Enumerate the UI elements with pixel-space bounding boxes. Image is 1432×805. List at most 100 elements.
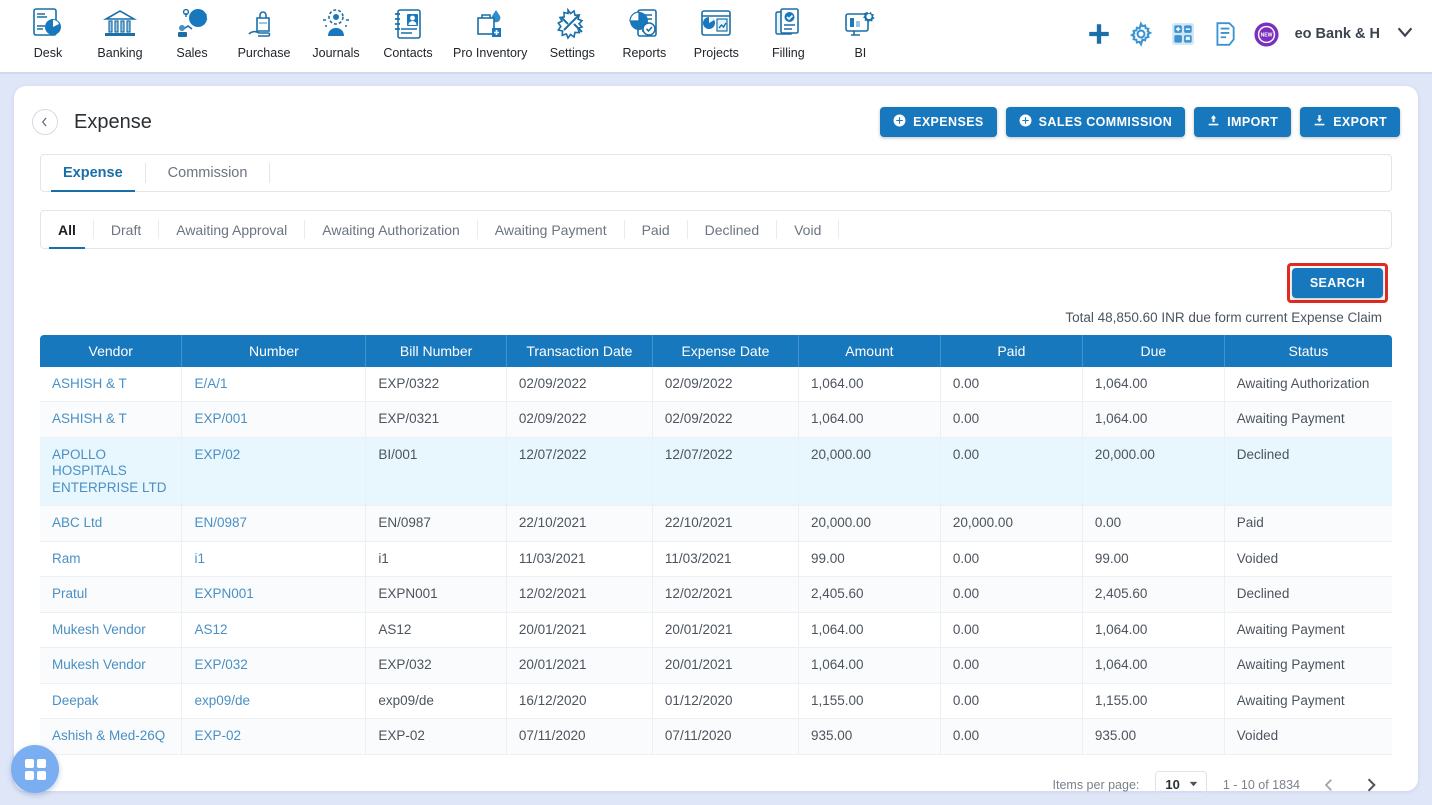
expense-table: Vendor Number Bill Number Transaction Da… — [40, 335, 1392, 755]
nav-item-bi[interactable]: BI — [833, 4, 887, 60]
nav-label: Desk — [33, 46, 63, 60]
nav-item-banking[interactable]: Banking — [93, 4, 147, 60]
table-row[interactable]: ABC Ltd EN/0987 EN/0987 22/10/2021 22/10/202… — [40, 505, 1392, 542]
gear-icon[interactable] — [1127, 20, 1155, 48]
bank-icon — [100, 4, 140, 44]
nav-item-purchase[interactable]: Purchase — [237, 4, 291, 60]
import-button[interactable]: IMPORT — [1194, 107, 1292, 137]
column-header-due[interactable]: Due — [1082, 335, 1225, 367]
cell-bill-number: i1 — [365, 541, 507, 578]
cell-amount: 1,155.00 — [798, 683, 941, 720]
cell-number[interactable]: EXPN001 — [181, 576, 367, 613]
expenses-button[interactable]: EXPENSES — [880, 107, 997, 137]
plus-circle-icon — [893, 114, 906, 130]
cell-vendor[interactable]: Ashish & Med-26Q — [40, 718, 183, 755]
new-badge-icon[interactable]: NEW — [1253, 20, 1281, 48]
chevron-right-icon[interactable] — [1358, 772, 1384, 798]
table-row[interactable]: Mukesh Vendor EXP/032 EXP/032 20/01/2021 20/… — [40, 647, 1392, 684]
cell-number[interactable]: exp09/de — [181, 683, 367, 720]
notes-icon[interactable] — [1211, 20, 1239, 48]
organization-name[interactable]: eo Bank & H — [1295, 26, 1380, 42]
sales-commission-button[interactable]: SALES COMMISSION — [1005, 107, 1186, 137]
filter-tab-awaiting-payment[interactable]: Awaiting Payment — [478, 211, 624, 248]
cell-amount: 1,064.00 — [798, 367, 941, 403]
cell-vendor[interactable]: Mukesh Vendor — [40, 612, 183, 649]
back-icon[interactable] — [32, 109, 58, 135]
export-button-label: EXPORT — [1333, 115, 1387, 129]
cell-status: Awaiting Payment — [1224, 647, 1392, 684]
cell-number[interactable]: EXP/02 — [181, 437, 367, 507]
column-header-expense-date[interactable]: Expense Date — [652, 335, 799, 367]
cell-number[interactable]: i1 — [181, 541, 367, 578]
column-header-number[interactable]: Number — [181, 335, 367, 367]
nav-item-reports[interactable]: Reports — [617, 4, 671, 60]
add-icon[interactable] — [1085, 20, 1113, 48]
cell-number[interactable]: EXP-02 — [181, 718, 367, 755]
nav-item-pro-inventory[interactable]: Pro Inventory — [453, 4, 527, 60]
nav-item-projects[interactable]: Projects — [689, 4, 743, 60]
cell-number[interactable]: E/A/1 — [181, 367, 367, 403]
cell-due: 2,405.60 — [1082, 576, 1225, 613]
filter-tab-declined[interactable]: Declined — [688, 211, 776, 248]
column-header-transaction-date[interactable]: Transaction Date — [506, 335, 653, 367]
column-header-bill-number[interactable]: Bill Number — [365, 335, 507, 367]
column-header-paid[interactable]: Paid — [940, 335, 1083, 367]
cell-vendor[interactable]: ASHISH & T — [40, 367, 183, 403]
cell-number[interactable]: EXP/032 — [181, 647, 367, 684]
filter-tab-void[interactable]: Void — [777, 211, 838, 248]
table-row[interactable]: Ashish & Med-26Q EXP-02 EXP-02 07/11/2020 07… — [40, 718, 1392, 755]
cell-paid: 0.00 — [940, 718, 1083, 755]
cell-vendor[interactable]: Deepak — [40, 683, 183, 720]
table-row[interactable]: Ram i1 i1 11/03/2021 11/03/2021 99.00 0.00 99.0… — [40, 541, 1392, 578]
column-header-amount[interactable]: Amount — [798, 335, 941, 367]
search-row: SEARCH — [40, 263, 1388, 303]
table-row[interactable]: ASHISH & T E/A/1 EXP/0322 02/09/2022 02/09/2… — [40, 367, 1392, 403]
cell-vendor[interactable]: ASHISH & T — [40, 401, 183, 438]
tab-commission[interactable]: Commission — [146, 155, 270, 191]
filter-tab-awaiting-authorization[interactable]: Awaiting Authorization — [305, 211, 477, 248]
nav-item-sales[interactable]: Sales — [165, 4, 219, 60]
calculator-icon[interactable] — [1169, 20, 1197, 48]
search-button[interactable]: SEARCH — [1291, 268, 1383, 298]
tab-expense-label: Expense — [63, 165, 123, 181]
nav-item-settings[interactable]: Settings — [545, 4, 599, 60]
table-row[interactable]: Deepak exp09/de exp09/de 16/12/2020 01/12/20… — [40, 683, 1392, 720]
import-button-label: IMPORT — [1227, 115, 1279, 129]
cell-vendor[interactable]: APOLLO HOSPITALS ENTERPRISE LTD — [40, 437, 183, 507]
cell-vendor[interactable]: Ram — [40, 541, 183, 578]
cell-number[interactable]: EXP/001 — [181, 401, 367, 438]
cell-vendor[interactable]: Pratul — [40, 576, 183, 613]
apps-grid-fab[interactable] — [11, 745, 59, 793]
items-per-page-select[interactable]: 10 — [1155, 770, 1207, 799]
cell-due: 1,064.00 — [1082, 367, 1225, 403]
column-header-status[interactable]: Status — [1224, 335, 1392, 367]
nav-item-journals[interactable]: Journals — [309, 4, 363, 60]
cell-vendor[interactable]: Mukesh Vendor — [40, 647, 183, 684]
cell-expense-date: 11/03/2021 — [652, 541, 799, 578]
chevron-down-icon[interactable] — [1394, 21, 1416, 48]
cell-number[interactable]: AS12 — [181, 612, 367, 649]
table-row[interactable]: Pratul EXPN001 EXPN001 12/02/2021 12/02/2021… — [40, 576, 1392, 613]
export-button[interactable]: EXPORT — [1300, 107, 1400, 137]
cell-expense-date: 20/01/2021 — [652, 612, 799, 649]
cell-vendor[interactable]: ABC Ltd — [40, 505, 183, 542]
filter-tab-all[interactable]: All — [41, 211, 93, 249]
filter-tab-paid[interactable]: Paid — [625, 211, 687, 248]
table-row[interactable]: ASHISH & T EXP/001 EXP/0321 02/09/2022 02/09… — [40, 401, 1392, 438]
contacts-icon — [388, 4, 428, 44]
items-per-page-label: Items per page: — [1052, 777, 1140, 792]
nav-item-contacts[interactable]: Contacts — [381, 4, 435, 60]
nav-item-desk[interactable]: Desk — [21, 4, 75, 60]
nav-item-filling[interactable]: Filling — [761, 4, 815, 60]
cell-number[interactable]: EN/0987 — [181, 505, 367, 542]
chevron-left-icon[interactable] — [1316, 772, 1342, 798]
table-row[interactable]: Mukesh Vendor AS12 AS12 20/01/2021 20/01/202… — [40, 612, 1392, 649]
column-header-vendor[interactable]: Vendor — [40, 335, 183, 367]
table-row[interactable]: APOLLO HOSPITALS ENTERPRISE LTD EXP/02 BI/… — [40, 437, 1392, 507]
tab-expense[interactable]: Expense — [41, 155, 145, 192]
filter-tab-awaiting-approval[interactable]: Awaiting Approval — [159, 211, 304, 248]
filter-tab-draft[interactable]: Draft — [94, 211, 158, 248]
sales-icon — [172, 4, 212, 44]
top-navigation-bar: Desk Banking Sales Purchase Journals Con… — [0, 0, 1432, 74]
top-nav-items: Desk Banking Sales Purchase Journals Con… — [0, 0, 896, 60]
